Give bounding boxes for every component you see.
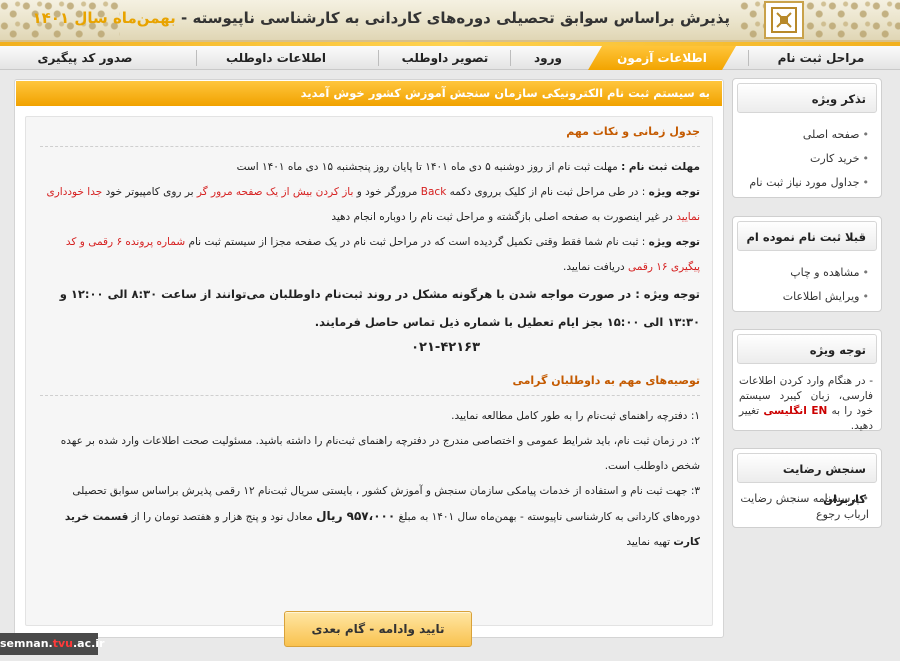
- sidebar-box-satisfaction: سنجش رضایت کاربران •پرسشنامه سنجش رضایت …: [732, 448, 882, 528]
- note-back-button: توجه ویژه : در طی مراحل ثبت نام از کلیک …: [46, 186, 701, 223]
- tab-applicant-photo[interactable]: تصویر داوطلب: [386, 46, 504, 70]
- sidebar-link-edit-info[interactable]: •ویرایش اطلاعات: [739, 285, 869, 309]
- sidebar-link-view-print[interactable]: •مشاهده و چاپ: [739, 261, 869, 285]
- sidebar-link-tables[interactable]: •جداول مورد نیاز ثبت نام: [739, 171, 869, 195]
- sidebar-box-registered: قبلا ثبت نام نموده ام •مشاهده و چاپ •ویر…: [732, 216, 882, 312]
- sidebar-box-title: قبلا ثبت نام نموده ام: [737, 221, 877, 251]
- nav-divider: [378, 50, 379, 66]
- tab-login[interactable]: ورود: [518, 46, 578, 70]
- site-watermark: semnan.tvu.ac.ir: [0, 633, 105, 655]
- tab-registration-steps[interactable]: مراحل ثبت نام: [752, 46, 890, 70]
- page-title: پذیرش براساس سوابق تحصیلی دوره‌های کاردا…: [32, 9, 730, 27]
- note-support-hours: توجه ویژه : در صورت مواجه شدن با هرگونه …: [59, 287, 700, 329]
- tab-exam-info[interactable]: اطلاعات آزمون: [588, 46, 736, 70]
- site-header: پذیرش براساس سوابق تحصیلی دوره‌های کاردا…: [0, 0, 900, 42]
- main-panel: به سیستم ثبت نام الکترونیکی سازمان سنجش …: [14, 79, 724, 647]
- sidebar-box-title: سنجش رضایت کاربران: [737, 453, 877, 506]
- section-title-schedule: جدول زمانی و نکات مهم: [40, 125, 700, 147]
- sidebar-box-title: توجه ویژه: [737, 334, 877, 364]
- wizard-nav: مراحل ثبت نام اطلاعات آزمون ورود تصویر د…: [0, 46, 900, 70]
- sidebar-link-questionnaire[interactable]: •پرسشنامه سنجش رضایت ارباب رجوع: [739, 491, 869, 523]
- logo-emblem-icon: [771, 7, 797, 33]
- support-phone: ۰۲۱-۴۲۱۶۳: [411, 340, 480, 355]
- welcome-bar: به سیستم ثبت نام الکترونیکی سازمان سنجش …: [16, 81, 722, 106]
- sidebar-link-buy-card[interactable]: •خرید کارت: [739, 147, 869, 171]
- tab-applicant-info[interactable]: اطلاعات داوطلب: [206, 46, 346, 70]
- sidebar-box-notice: تذکر ویژه •صفحه اصلی •خرید کارت •جداول م…: [732, 78, 882, 198]
- continue-next-step-button[interactable]: تایید وادامه - گام بعدی: [284, 611, 472, 647]
- sanjesh-logo[interactable]: [764, 1, 804, 39]
- note-tracking-code: توجه ویژه : ثبت نام شما فقط وقتی تکمیل گ…: [65, 236, 700, 273]
- nav-divider: [196, 50, 197, 66]
- recommendation-3: ۳: جهت ثبت نام و استفاده از خدمات پیامکی…: [64, 485, 700, 548]
- content-area: جدول زمانی و نکات مهم مهلت ثبت نام : مهل…: [25, 116, 713, 647]
- sidebar-box-attention: توجه ویژه - در هنگام وارد کردن اطلاعات ف…: [732, 329, 882, 432]
- sidebar-link-home[interactable]: •صفحه اصلی: [739, 123, 869, 147]
- tab-tracking-code[interactable]: صدور کد پیگیری: [20, 46, 150, 70]
- nav-divider: [748, 50, 749, 66]
- sidebar-box-title: تذکر ویژه: [737, 83, 877, 113]
- nav-divider: [510, 50, 511, 66]
- deadline-paragraph: مهلت ثبت نام : مهلت ثبت نام از روز دوشنب…: [236, 161, 700, 173]
- recommendation-1: ۱: دفترچه راهنمای ثبت‌نام را به طور کامل…: [451, 410, 700, 422]
- section-title-recommendations: توصیه‌های مهم به داوطلبان گرامی: [40, 374, 700, 396]
- recommendation-2: ۲: در زمان ثبت نام، باید شرایط عمومی و ا…: [60, 435, 700, 472]
- keyboard-language-note: - در هنگام وارد کردن اطلاعات فارسی، زبان…: [739, 375, 873, 432]
